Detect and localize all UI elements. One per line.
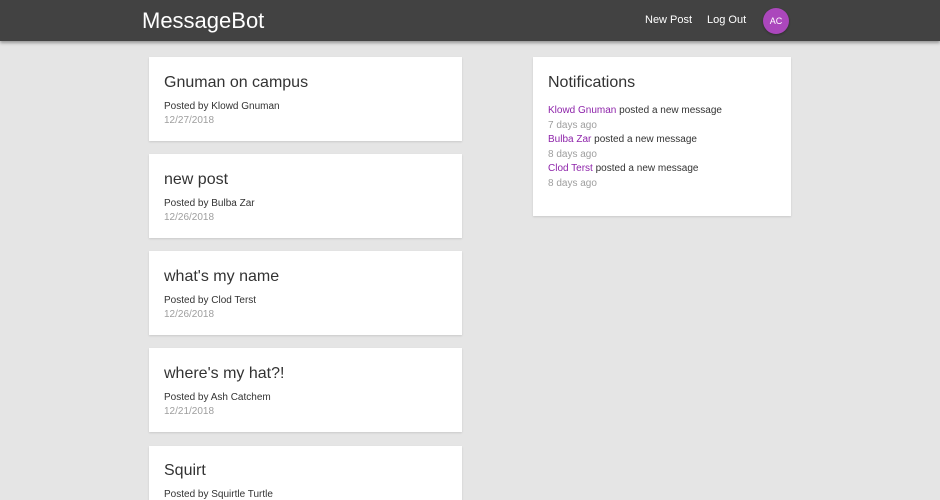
post-author: Posted by Clod Terst [164, 295, 257, 306]
post-card[interactable]: where's my hat?! Posted by Ash Catchem 1… [149, 348, 462, 432]
notification-time: 7 days ago [548, 120, 597, 131]
notification-item: Bulba Zar posted a new message [548, 134, 697, 145]
avatar[interactable]: AC [763, 8, 789, 34]
post-card[interactable]: Squirt Posted by Squirtle Turtle [149, 446, 462, 500]
post-card[interactable]: new post Posted by Bulba Zar 12/26/2018 [149, 154, 462, 238]
post-author: Posted by Squirtle Turtle [164, 489, 273, 500]
post-date: 12/26/2018 [164, 309, 215, 320]
notification-text: posted a new message [616, 105, 722, 116]
new-post-link[interactable]: New Post [645, 14, 692, 26]
notification-time: 8 days ago [548, 149, 597, 160]
logout-link[interactable]: Log Out [707, 14, 746, 26]
post-author: Posted by Ash Catchem [164, 392, 271, 403]
brand-logo[interactable]: MessageBot [142, 8, 264, 34]
post-card[interactable]: Gnuman on campus Posted by Klowd Gnuman … [149, 57, 462, 141]
post-author: Posted by Klowd Gnuman [164, 101, 280, 112]
notification-item: Klowd Gnuman posted a new message [548, 105, 722, 116]
notification-text: posted a new message [592, 163, 699, 174]
post-author: Posted by Bulba Zar [164, 198, 255, 209]
notification-user-link[interactable]: Bulba Zar [548, 134, 591, 145]
notification-user-link[interactable]: Klowd Gnuman [548, 105, 616, 116]
post-date: 12/27/2018 [164, 115, 215, 126]
post-title[interactable]: new post [164, 171, 228, 189]
post-title[interactable]: Gnuman on campus [164, 74, 308, 92]
notifications-title: Notifications [548, 74, 636, 91]
notification-item: Clod Terst posted a new message [548, 163, 698, 174]
post-date: 12/21/2018 [164, 406, 215, 417]
post-card[interactable]: what's my name Posted by Clod Terst 12/2… [149, 251, 462, 335]
post-title[interactable]: Squirt [164, 462, 206, 480]
top-navbar: MessageBot New Post Log Out AC [0, 0, 940, 41]
notification-time: 8 days ago [548, 178, 597, 189]
post-title[interactable]: what's my name [164, 268, 279, 286]
post-date: 12/26/2018 [164, 212, 215, 223]
notification-user-link[interactable]: Clod Terst [548, 163, 593, 174]
post-title[interactable]: where's my hat?! [164, 365, 284, 383]
notifications-panel: Notifications Klowd Gnuman posted a new … [533, 57, 791, 216]
notification-text: posted a new message [591, 134, 697, 145]
